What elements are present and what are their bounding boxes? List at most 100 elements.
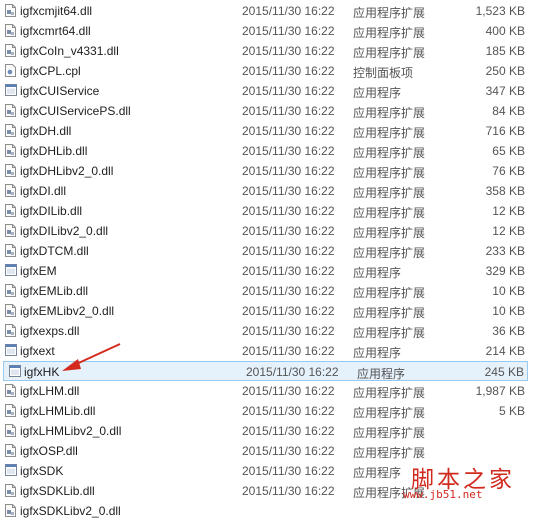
file-name: igfxSDK (20, 464, 64, 478)
exe-icon (5, 264, 17, 277)
file-size: 400 KB (485, 24, 525, 38)
file-row[interactable]: igfxLHMLibv2_0.dll 2015/11/30 16:22 应用程序扩展 (0, 421, 528, 441)
file-date: 2015/11/30 16:22 (242, 444, 335, 458)
file-row[interactable]: igfxDI.dll 2015/11/30 16:22 应用程序扩展 358 KB (0, 181, 528, 201)
file-date: 2015/11/30 16:22 (242, 344, 335, 358)
file-name: igfxDILib.dll (20, 204, 83, 218)
watermark-url: www.jb51.net (403, 488, 483, 501)
red-arrow-annotation (62, 343, 121, 371)
file-row[interactable]: igfxLHMLib.dll 2015/11/30 16:22 应用程序扩展 5 KB (0, 401, 528, 421)
file-date: 2015/11/30 16:22 (242, 24, 335, 38)
file-size: 1,523 KB (475, 4, 525, 18)
file-date: 2015/11/30 16:22 (242, 84, 335, 98)
file-row[interactable]: igfxLHM.dll 2015/11/30 16:22 应用程序扩展 1,987 K… (0, 381, 528, 401)
file-name: igfxEMLib.dll (20, 284, 89, 298)
file-name: igfxEM (20, 264, 57, 278)
cpl-icon (5, 64, 16, 77)
file-date: 2015/11/30 16:22 (242, 144, 335, 158)
file-date: 2015/11/30 16:22 (242, 224, 335, 238)
file-type: 应用程序 (357, 367, 406, 381)
file-date: 2015/11/30 16:22 (242, 484, 335, 498)
file-date: 2015/11/30 16:22 (242, 324, 335, 338)
file-row[interactable]: igfxCUIServicePS.dll 2015/11/30 16:22 应用程序… (0, 101, 528, 121)
file-type: 应用程序扩展 (353, 126, 426, 140)
dll-icon (5, 124, 16, 137)
file-date: 2015/11/30 16:22 (242, 204, 335, 218)
file-type: 应用程序扩展 (353, 106, 426, 120)
exe-icon (5, 344, 17, 357)
dll-icon (5, 4, 16, 17)
file-date: 2015/11/30 16:22 (246, 365, 339, 379)
dll-icon (5, 104, 16, 117)
file-date: 2015/11/30 16:22 (242, 244, 335, 258)
file-name: igfxLHM.dll (20, 384, 80, 398)
file-size: 329 KB (485, 264, 525, 278)
dll-icon (5, 284, 16, 297)
file-size: 76 KB (492, 164, 525, 178)
file-row[interactable]: igfxDILib.dll 2015/11/30 16:22 应用程序扩展 12 KB (0, 201, 528, 221)
file-name: igfxOSP.dll (20, 444, 78, 458)
file-date: 2015/11/30 16:22 (242, 64, 335, 78)
file-type: 应用程序扩展 (353, 406, 426, 420)
file-row[interactable]: igfxCPL.cpl 2015/11/30 16:22 控制面板项 250 KB (0, 61, 528, 81)
file-name: igfxcmjit64.dll (20, 4, 93, 18)
file-name: igfxHK (24, 365, 60, 379)
watermark: 脚本之家 www.jb51.net (393, 458, 533, 511)
file-name: igfxDH.dll (20, 124, 72, 138)
file-name: igfxCUIService (20, 84, 100, 98)
file-name: igfxLHMLib.dll (20, 404, 96, 418)
file-row[interactable]: igfxcmrt64.dll 2015/11/30 16:22 应用程序扩展 400 … (0, 21, 528, 41)
file-date: 2015/11/30 16:22 (242, 424, 335, 438)
file-name: igfxSDKLibv2_0.dll (20, 504, 121, 518)
file-row[interactable]: igfxDILibv2_0.dll 2015/11/30 16:22 应用程序扩展 1… (0, 221, 528, 241)
file-type: 应用程序扩展 (353, 386, 426, 400)
file-row[interactable]: igfxDH.dll 2015/11/30 16:22 应用程序扩展 716 KB (0, 121, 528, 141)
file-row[interactable]: igfxDHLib.dll 2015/11/30 16:22 应用程序扩展 65 KB (0, 141, 528, 161)
dll-icon (5, 144, 16, 157)
file-size: 36 KB (492, 324, 525, 338)
file-size: 12 KB (492, 224, 525, 238)
dll-icon (5, 184, 16, 197)
file-date: 2015/11/30 16:22 (242, 124, 335, 138)
file-name: igfxCoIn_v4331.dll (20, 44, 119, 58)
file-row[interactable]: igfxEMLib.dll 2015/11/30 16:22 应用程序扩展 10 KB (0, 281, 528, 301)
file-name: igfxexps.dll (20, 324, 80, 338)
file-row[interactable]: igfxcmjit64.dll 2015/11/30 16:22 应用程序扩展 1,5… (0, 1, 528, 21)
file-row[interactable]: igfxEMLibv2_0.dll 2015/11/30 16:22 应用程序扩展 1… (0, 301, 528, 321)
file-name: igfxCPL.cpl (20, 64, 81, 78)
file-name: igfxDHLib.dll (20, 144, 88, 158)
file-row[interactable]: igfxCoIn_v4331.dll 2015/11/30 16:22 应用程序扩展… (0, 41, 528, 61)
file-type: 应用程序扩展 (353, 426, 426, 440)
file-name: igfxext (20, 344, 55, 358)
dll-icon (5, 304, 16, 317)
exe-icon (9, 365, 21, 378)
dll-icon (5, 224, 16, 237)
file-row[interactable]: igfxexps.dll 2015/11/30 16:22 应用程序扩展 36 KB (0, 321, 528, 341)
file-size: 1,987 KB (475, 384, 525, 398)
file-type: 应用程序扩展 (353, 26, 426, 40)
file-row[interactable]: igfxDHLibv2_0.dll 2015/11/30 16:22 应用程序扩展 7… (0, 161, 528, 181)
file-type: 控制面板项 (353, 66, 414, 80)
file-row[interactable]: igfxCUIService 2015/11/30 16:22 应用程序 347 KB (0, 81, 528, 101)
file-size: 5 KB (498, 404, 525, 418)
file-size: 84 KB (492, 104, 525, 118)
file-size: 12 KB (492, 204, 525, 218)
dll-icon (5, 424, 16, 437)
file-type: 应用程序扩展 (353, 326, 426, 340)
file-date: 2015/11/30 16:22 (242, 184, 335, 198)
file-name: igfxSDKLib.dll (20, 484, 95, 498)
dll-icon (5, 324, 16, 337)
file-type: 应用程序扩展 (353, 286, 426, 300)
file-type: 应用程序扩展 (353, 186, 426, 200)
exe-icon (5, 84, 17, 97)
file-row[interactable]: igfxEM 2015/11/30 16:22 应用程序 329 KB (0, 261, 528, 281)
file-type: 应用程序扩展 (353, 6, 426, 20)
dll-icon (5, 444, 16, 457)
file-date: 2015/11/30 16:22 (242, 304, 335, 318)
file-name: igfxDILibv2_0.dll (20, 224, 109, 238)
file-name: igfxDHLibv2_0.dll (20, 164, 114, 178)
file-date: 2015/11/30 16:22 (242, 4, 335, 18)
file-date: 2015/11/30 16:22 (242, 404, 335, 418)
dll-icon (5, 44, 16, 57)
file-row[interactable]: igfxDTCM.dll 2015/11/30 16:22 应用程序扩展 233 KB (0, 241, 528, 261)
